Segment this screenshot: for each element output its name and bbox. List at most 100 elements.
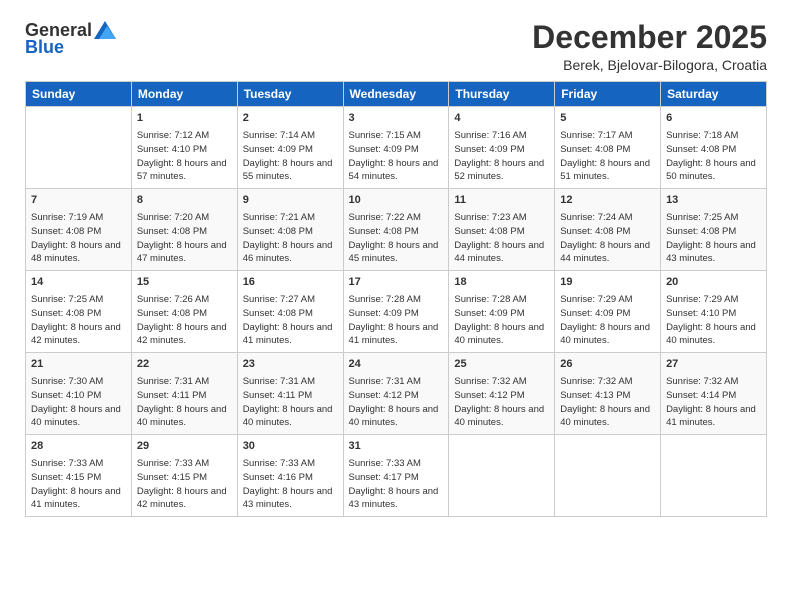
- table-row: 31 Sunrise: 7:33 AM Sunset: 4:17 PM Dayl…: [343, 435, 449, 517]
- table-row: [555, 435, 661, 517]
- sunrise-text: Sunrise: 7:30 AM: [31, 376, 103, 387]
- page-header: General Blue December 2025 Berek, Bjelov…: [25, 20, 767, 73]
- sunset-text: Sunset: 4:15 PM: [31, 472, 101, 483]
- daylight-text: Daylight: 8 hours and 40 minutes.: [560, 322, 650, 347]
- table-row: 2 Sunrise: 7:14 AM Sunset: 4:09 PM Dayli…: [237, 107, 343, 189]
- sunrise-text: Sunrise: 7:18 AM: [666, 130, 738, 141]
- table-row: 1 Sunrise: 7:12 AM Sunset: 4:10 PM Dayli…: [131, 107, 237, 189]
- logo-blue: Blue: [25, 37, 64, 58]
- table-row: [449, 435, 555, 517]
- calendar-week-row: 28 Sunrise: 7:33 AM Sunset: 4:15 PM Dayl…: [26, 435, 767, 517]
- calendar-week-row: 21 Sunrise: 7:30 AM Sunset: 4:10 PM Dayl…: [26, 353, 767, 435]
- sunrise-text: Sunrise: 7:33 AM: [137, 458, 209, 469]
- daylight-text: Daylight: 8 hours and 40 minutes.: [560, 404, 650, 429]
- sunrise-text: Sunrise: 7:29 AM: [666, 294, 738, 305]
- table-row: 8 Sunrise: 7:20 AM Sunset: 4:08 PM Dayli…: [131, 189, 237, 271]
- sunset-text: Sunset: 4:09 PM: [560, 308, 630, 319]
- sunrise-text: Sunrise: 7:28 AM: [349, 294, 421, 305]
- day-number: 23: [243, 357, 338, 373]
- sunrise-text: Sunrise: 7:24 AM: [560, 212, 632, 223]
- daylight-text: Daylight: 8 hours and 48 minutes.: [31, 240, 121, 265]
- daylight-text: Daylight: 8 hours and 40 minutes.: [349, 404, 439, 429]
- table-row: 28 Sunrise: 7:33 AM Sunset: 4:15 PM Dayl…: [26, 435, 132, 517]
- sunrise-text: Sunrise: 7:27 AM: [243, 294, 315, 305]
- sunset-text: Sunset: 4:09 PM: [243, 144, 313, 155]
- sunset-text: Sunset: 4:08 PM: [666, 226, 736, 237]
- sunrise-text: Sunrise: 7:33 AM: [243, 458, 315, 469]
- sunrise-text: Sunrise: 7:32 AM: [454, 376, 526, 387]
- header-wednesday: Wednesday: [343, 82, 449, 107]
- table-row: 23 Sunrise: 7:31 AM Sunset: 4:11 PM Dayl…: [237, 353, 343, 435]
- sunset-text: Sunset: 4:08 PM: [137, 308, 207, 319]
- daylight-text: Daylight: 8 hours and 42 minutes.: [31, 322, 121, 347]
- sunset-text: Sunset: 4:09 PM: [454, 144, 524, 155]
- sunrise-text: Sunrise: 7:12 AM: [137, 130, 209, 141]
- sunrise-text: Sunrise: 7:20 AM: [137, 212, 209, 223]
- sunrise-text: Sunrise: 7:25 AM: [666, 212, 738, 223]
- day-number: 14: [31, 275, 126, 291]
- table-row: 27 Sunrise: 7:32 AM Sunset: 4:14 PM Dayl…: [661, 353, 767, 435]
- sunset-text: Sunset: 4:08 PM: [31, 308, 101, 319]
- title-area: December 2025 Berek, Bjelovar-Bilogora, …: [532, 20, 767, 73]
- daylight-text: Daylight: 8 hours and 40 minutes.: [666, 322, 756, 347]
- sunrise-text: Sunrise: 7:19 AM: [31, 212, 103, 223]
- daylight-text: Daylight: 8 hours and 43 minutes.: [666, 240, 756, 265]
- table-row: 26 Sunrise: 7:32 AM Sunset: 4:13 PM Dayl…: [555, 353, 661, 435]
- table-row: 5 Sunrise: 7:17 AM Sunset: 4:08 PM Dayli…: [555, 107, 661, 189]
- sunset-text: Sunset: 4:17 PM: [349, 472, 419, 483]
- daylight-text: Daylight: 8 hours and 41 minutes.: [31, 486, 121, 511]
- sunrise-text: Sunrise: 7:28 AM: [454, 294, 526, 305]
- day-number: 29: [137, 439, 232, 455]
- day-number: 22: [137, 357, 232, 373]
- sunset-text: Sunset: 4:11 PM: [137, 390, 207, 401]
- day-number: 11: [454, 193, 549, 209]
- daylight-text: Daylight: 8 hours and 55 minutes.: [243, 158, 333, 183]
- day-number: 1: [137, 111, 232, 127]
- day-number: 26: [560, 357, 655, 373]
- sunrise-text: Sunrise: 7:15 AM: [349, 130, 421, 141]
- table-row: 22 Sunrise: 7:31 AM Sunset: 4:11 PM Dayl…: [131, 353, 237, 435]
- daylight-text: Daylight: 8 hours and 41 minutes.: [666, 404, 756, 429]
- day-number: 2: [243, 111, 338, 127]
- table-row: 25 Sunrise: 7:32 AM Sunset: 4:12 PM Dayl…: [449, 353, 555, 435]
- daylight-text: Daylight: 8 hours and 42 minutes.: [137, 322, 227, 347]
- header-saturday: Saturday: [661, 82, 767, 107]
- sunrise-text: Sunrise: 7:31 AM: [243, 376, 315, 387]
- sunset-text: Sunset: 4:14 PM: [666, 390, 736, 401]
- table-row: 30 Sunrise: 7:33 AM Sunset: 4:16 PM Dayl…: [237, 435, 343, 517]
- day-number: 18: [454, 275, 549, 291]
- sunset-text: Sunset: 4:08 PM: [666, 144, 736, 155]
- sunrise-text: Sunrise: 7:32 AM: [560, 376, 632, 387]
- sunset-text: Sunset: 4:09 PM: [349, 308, 419, 319]
- calendar-table: Sunday Monday Tuesday Wednesday Thursday…: [25, 81, 767, 517]
- sunset-text: Sunset: 4:08 PM: [349, 226, 419, 237]
- day-number: 20: [666, 275, 761, 291]
- table-row: 19 Sunrise: 7:29 AM Sunset: 4:09 PM Dayl…: [555, 271, 661, 353]
- day-number: 15: [137, 275, 232, 291]
- sunrise-text: Sunrise: 7:17 AM: [560, 130, 632, 141]
- day-number: 5: [560, 111, 655, 127]
- sunset-text: Sunset: 4:09 PM: [349, 144, 419, 155]
- day-number: 16: [243, 275, 338, 291]
- table-row: 16 Sunrise: 7:27 AM Sunset: 4:08 PM Dayl…: [237, 271, 343, 353]
- table-row: 3 Sunrise: 7:15 AM Sunset: 4:09 PM Dayli…: [343, 107, 449, 189]
- sunrise-text: Sunrise: 7:25 AM: [31, 294, 103, 305]
- calendar-week-row: 7 Sunrise: 7:19 AM Sunset: 4:08 PM Dayli…: [26, 189, 767, 271]
- table-row: 29 Sunrise: 7:33 AM Sunset: 4:15 PM Dayl…: [131, 435, 237, 517]
- table-row: 17 Sunrise: 7:28 AM Sunset: 4:09 PM Dayl…: [343, 271, 449, 353]
- sunset-text: Sunset: 4:13 PM: [560, 390, 630, 401]
- sunrise-text: Sunrise: 7:23 AM: [454, 212, 526, 223]
- daylight-text: Daylight: 8 hours and 43 minutes.: [243, 486, 333, 511]
- sunset-text: Sunset: 4:08 PM: [243, 226, 313, 237]
- daylight-text: Daylight: 8 hours and 41 minutes.: [243, 322, 333, 347]
- table-row: 10 Sunrise: 7:22 AM Sunset: 4:08 PM Dayl…: [343, 189, 449, 271]
- header-monday: Monday: [131, 82, 237, 107]
- daylight-text: Daylight: 8 hours and 44 minutes.: [454, 240, 544, 265]
- table-row: 15 Sunrise: 7:26 AM Sunset: 4:08 PM Dayl…: [131, 271, 237, 353]
- daylight-text: Daylight: 8 hours and 45 minutes.: [349, 240, 439, 265]
- calendar-header-row: Sunday Monday Tuesday Wednesday Thursday…: [26, 82, 767, 107]
- header-tuesday: Tuesday: [237, 82, 343, 107]
- day-number: 27: [666, 357, 761, 373]
- day-number: 10: [349, 193, 444, 209]
- sunset-text: Sunset: 4:12 PM: [454, 390, 524, 401]
